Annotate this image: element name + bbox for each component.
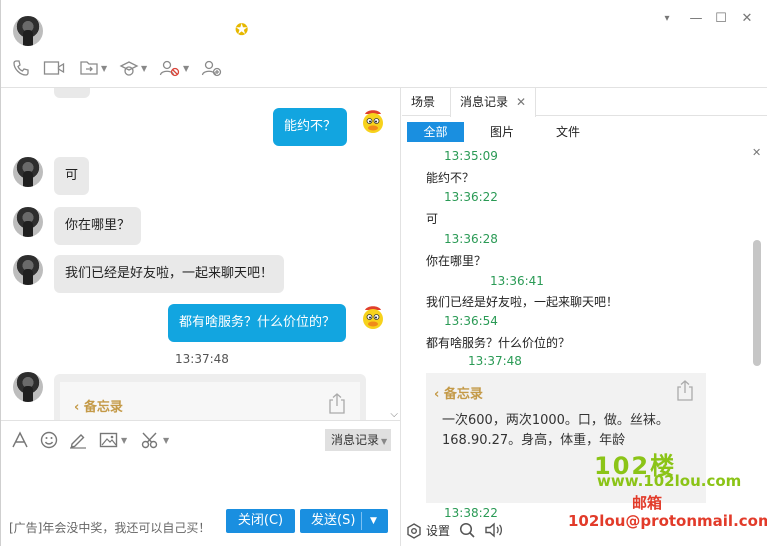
log-message: 可 [426,212,439,226]
tab-scene[interactable]: 场景 [402,88,444,116]
emoji-icon[interactable] [40,431,58,449]
memo-back-label: ‹ 备忘录 [74,400,123,415]
close-window-button[interactable]: ✕ [738,10,756,28]
memo-line: 一次600，两次1000。口，做。丝袜。 [442,413,669,428]
chevron-down-icon: ▼ [101,63,108,73]
message-timestamp: 13:37:48 [175,352,229,366]
memo-back-label: ‹ 备忘录 [434,387,483,402]
duck-avatar-icon[interactable] [359,108,387,136]
phone-icon[interactable] [12,58,30,78]
filter-all[interactable]: 全部 [407,122,464,142]
duck-avatar-icon[interactable] [359,304,387,332]
log-message: 你在哪里？ [426,254,487,268]
log-message: 都有啥服务？什么价位的？ [426,336,571,350]
message-bubble-incoming: 我们已经是好友啦，一起来聊天吧！ [54,255,285,293]
contact-avatar[interactable] [13,157,43,187]
message-bubble-incoming: 可 [54,157,90,195]
message-bubble-partial [54,88,90,98]
log-timestamp: 13:37:48 [468,354,522,368]
scroll-down-icon[interactable]: ⌵ [390,409,398,420]
maximize-button[interactable]: ☐ [712,10,730,28]
log-timestamp: 13:36:41 [490,274,544,288]
chat-message-area[interactable]: 能约不？ 可 你在哪里？ 我们已经是好友啦，一起来聊天吧！ 都有啥服务？什么价位… [1,88,401,420]
close-panel-icon[interactable]: ✕ [752,146,761,159]
chevron-down-icon: ▼ [141,63,148,73]
search-icon[interactable] [459,522,475,538]
memo-text: 一次600，两次1000。口，做。丝袜。 168.90.27。身高，体重，年龄 [442,411,669,451]
chevron-down-icon: ▼ [121,435,128,445]
gear-icon [407,522,421,539]
file-transfer-icon[interactable]: ▼ [79,58,107,78]
memo-screenshot: ‹ 备忘录 [60,382,360,420]
share-icon [677,380,693,401]
message-bubble-outgoing: 都有啥服务？什么价位的？ [168,304,347,342]
chevron-down-icon: ▼ [381,437,388,446]
filter-files[interactable]: 文件 [544,122,592,142]
send-divider [361,512,362,530]
add-friend-icon[interactable] [201,58,223,78]
dropdown-icon[interactable]: ▾ [658,10,676,28]
send-button[interactable]: 发送(S) ▼ [300,509,388,533]
share-icon [329,393,345,414]
vip-star-icon[interactable]: ✪ [235,22,251,38]
message-bubble-incoming: 你在哪里？ [54,207,142,245]
scrollbar-thumb[interactable] [753,240,761,366]
speaker-icon[interactable] [484,522,504,538]
filter-images[interactable]: 图片 [478,122,526,142]
watermark-url: www.102lou.com [597,472,742,490]
settings-button[interactable]: 设置 [406,522,450,539]
memo-image-message[interactable]: ‹ 备忘录 [54,374,366,420]
message-history-button[interactable]: 消息记录 ▼ [325,429,391,451]
font-icon[interactable] [11,431,29,449]
log-timestamp: 13:36:28 [444,232,498,246]
log-message: 能约不？ [426,171,475,185]
log-timestamp: 13:35:09 [444,149,498,163]
contact-avatar[interactable] [13,255,43,285]
contact-avatar[interactable] [13,372,43,402]
chevron-down-icon: ▼ [163,435,170,445]
screenshot-scissors-icon[interactable]: ▼ [141,431,169,449]
block-user-icon[interactable]: ▼ [159,58,189,78]
minimize-button[interactable]: — [687,10,705,28]
chat-window: ✪ ▾ — ☐ ✕ ▼ ▼ ▼ 能约不？ 可 你在哪里？ 我们已经是好友啦，一起… [0,0,767,546]
ad-text-link[interactable]: [广告]年会没中奖，我还可以自己买！ [9,519,210,536]
log-timestamp: 13:38:22 [444,506,498,518]
close-button[interactable]: 关闭(C) [226,509,295,533]
side-panel-tabs: 场景 消息记录 ✕ [402,88,767,117]
video-call-icon[interactable] [43,58,65,78]
contact-avatar[interactable] [13,207,43,237]
watermark-email: 102lou@protonmail.com [568,512,767,530]
log-timestamp: 13:36:54 [444,314,498,328]
chevron-down-icon: ▼ [183,63,190,73]
remote-assist-icon[interactable]: ▼ [119,58,147,78]
pen-icon[interactable] [69,431,87,449]
message-input-area[interactable]: ▼ ▼ 消息记录 ▼ [广告]年会没中奖，我还可以自己买！ 关闭(C) 发送(S)… [1,420,401,546]
settings-label: 设置 [426,524,451,538]
log-message: 我们已经是好友啦，一起来聊天吧！ [426,295,619,309]
contact-avatar[interactable] [13,16,43,46]
watermark-mail-label: 邮箱 [632,494,663,512]
log-timestamp: 13:36:22 [444,190,498,204]
send-options-chevron-icon[interactable]: ▼ [370,509,377,533]
tab-message-history[interactable]: 消息记录 ✕ [450,88,537,117]
message-bubble-outgoing: 能约不？ [273,108,348,146]
image-icon[interactable]: ▼ [99,431,127,449]
title-bar: ✪ ▾ — ☐ ✕ ▼ ▼ ▼ [1,0,767,88]
close-icon[interactable]: ✕ [516,95,526,109]
